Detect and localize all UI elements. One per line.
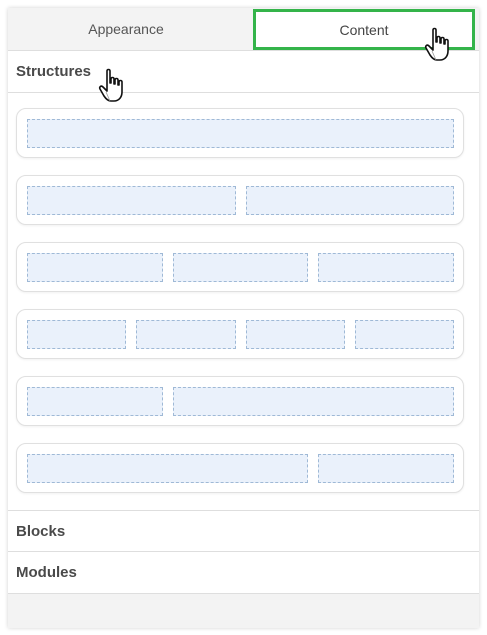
structure-column bbox=[27, 320, 126, 349]
blocks-section-header[interactable]: Blocks bbox=[8, 510, 479, 552]
structure-2-1-columns[interactable] bbox=[16, 443, 464, 493]
structure-column bbox=[173, 387, 454, 416]
structure-column bbox=[246, 320, 345, 349]
editor-panel: Appearance Content Structures Blocks Mod… bbox=[8, 8, 479, 628]
hand-pointer-icon bbox=[98, 68, 123, 102]
tab-bar: Appearance Content bbox=[8, 8, 479, 51]
structure-column bbox=[27, 119, 454, 148]
structure-column bbox=[318, 253, 454, 282]
structure-4-columns[interactable] bbox=[16, 309, 464, 359]
structure-column bbox=[27, 387, 163, 416]
structure-1-2-columns[interactable] bbox=[16, 376, 464, 426]
tab-content-label: Content bbox=[339, 21, 389, 38]
modules-title: Modules bbox=[16, 564, 77, 581]
structure-column bbox=[136, 320, 236, 349]
structure-column bbox=[246, 186, 454, 215]
structures-title: Structures bbox=[16, 63, 92, 80]
structure-column bbox=[173, 253, 308, 282]
structures-list bbox=[8, 93, 479, 510]
structures-section-header[interactable]: Structures bbox=[8, 51, 479, 93]
structure-column bbox=[27, 186, 236, 215]
tab-appearance-label: Appearance bbox=[88, 21, 164, 37]
structure-column bbox=[27, 454, 308, 483]
modules-section-header[interactable]: Modules bbox=[8, 552, 479, 594]
structure-column bbox=[318, 454, 454, 483]
hand-pointer-icon bbox=[424, 27, 449, 61]
structure-column bbox=[355, 320, 454, 349]
structure-1-column[interactable] bbox=[16, 108, 464, 158]
structure-2-columns[interactable] bbox=[16, 175, 464, 225]
tab-appearance[interactable]: Appearance bbox=[8, 8, 244, 50]
structure-3-columns[interactable] bbox=[16, 242, 464, 292]
blocks-title: Blocks bbox=[16, 522, 66, 540]
structure-column bbox=[27, 253, 163, 282]
